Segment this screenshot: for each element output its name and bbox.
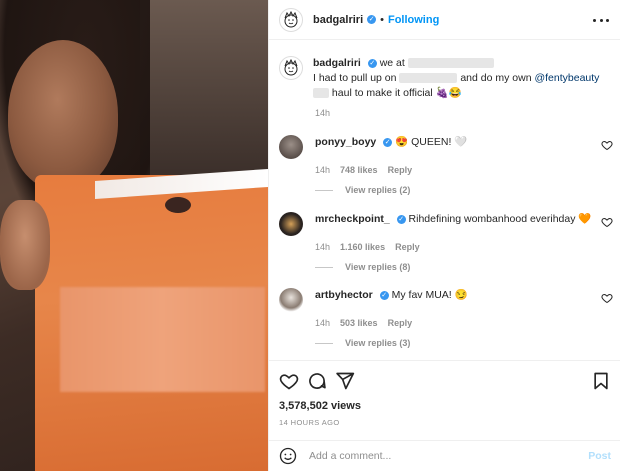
comment-text: My fav MUA! 😏	[391, 289, 468, 301]
reply-button[interactable]: Reply	[388, 318, 413, 328]
comment-likes[interactable]: 748 likes	[340, 165, 378, 175]
caption-line3: haul to make it official 🍇😂	[331, 87, 462, 99]
like-heart-icon[interactable]	[279, 371, 299, 391]
post-panel: badgalriri ✓ • Following badgalriri ✓ we…	[268, 0, 620, 471]
caption-line2b: and do my own	[460, 72, 532, 84]
media-bag	[35, 175, 268, 471]
comment-item: ponyy_boyy ✓ 😍 QUEEN! 🤍 14h 748 likes Repl…	[279, 135, 615, 195]
view-replies[interactable]: View replies (8)	[315, 262, 615, 272]
verified-icon: ✓	[383, 137, 393, 147]
heart-icon[interactable]	[601, 216, 613, 228]
view-replies[interactable]: View replies (3)	[315, 338, 615, 348]
caption-text: badgalriri ✓ we at I had to pull up on a…	[313, 56, 599, 101]
verified-icon: ✓	[396, 214, 406, 224]
redacted-text	[399, 73, 458, 84]
post-caption: badgalriri ✓ we at I had to pull up on a…	[279, 56, 609, 101]
share-icon[interactable]	[335, 371, 355, 391]
view-replies-label[interactable]: View replies (8)	[345, 262, 410, 272]
author-avatar[interactable]	[279, 7, 303, 32]
comment-likes[interactable]: 1.160 likes	[340, 242, 385, 252]
redacted-text	[313, 88, 329, 99]
caption-avatar[interactable]	[279, 56, 303, 80]
replies-line	[315, 189, 333, 191]
comment-time[interactable]: 14h	[315, 318, 330, 328]
commenter-avatar[interactable]	[279, 135, 303, 159]
commenter-username[interactable]: mrcheckpoint_	[315, 213, 390, 225]
heart-icon[interactable]	[601, 292, 613, 304]
view-replies-label[interactable]: View replies (2)	[345, 185, 410, 195]
comment-text: 😍 QUEEN! 🤍	[395, 136, 468, 148]
media-background	[140, 0, 268, 180]
comment-meta: 14h 503 likes Reply	[315, 318, 615, 328]
caption-line2a: I had to pull up on	[313, 72, 397, 84]
post-header: badgalriri ✓ • Following	[269, 0, 620, 40]
commenter-avatar[interactable]	[279, 288, 303, 312]
action-bar	[269, 360, 620, 400]
verified-icon: ✓	[379, 290, 389, 300]
verified-icon: ✓	[367, 15, 377, 24]
comment-text: Rihdefining wombanhood everihday 🧡	[408, 213, 592, 225]
media-face	[8, 40, 118, 190]
post-age: 14 HOURS AGO	[279, 418, 340, 427]
following-button[interactable]: Following	[388, 14, 439, 26]
comment-item: artbyhector ✓ My fav MUA! 😏 14h 503 likes…	[279, 288, 615, 348]
bag-blurred-logo	[60, 287, 265, 392]
comment-item: mrcheckpoint_ ✓ Rihdefining wombanhood e…	[279, 212, 615, 272]
post-button[interactable]: Post	[588, 450, 611, 462]
verified-icon: ✓	[367, 58, 377, 68]
comment-time[interactable]: 14h	[315, 242, 330, 252]
comment-meta: 14h 748 likes Reply	[315, 165, 615, 175]
replies-line	[315, 266, 333, 268]
caption-time[interactable]: 14h	[315, 108, 330, 118]
commenter-username[interactable]: ponyy_boyy	[315, 136, 376, 148]
reply-button[interactable]: Reply	[388, 165, 413, 175]
commenter-avatar[interactable]	[279, 212, 303, 236]
comment-meta: 14h 1.160 likes Reply	[315, 242, 615, 252]
media-hand	[0, 200, 50, 290]
comment-time[interactable]: 14h	[315, 165, 330, 175]
view-replies-label[interactable]: View replies (3)	[345, 338, 410, 348]
caption-mention[interactable]: @fentybeauty	[534, 72, 599, 84]
replies-line	[315, 342, 333, 344]
bag-handle	[165, 197, 191, 213]
comment-composer: Add a comment... Post	[269, 440, 620, 471]
caption-username[interactable]: badgalriri	[313, 57, 361, 69]
reply-button[interactable]: Reply	[395, 242, 420, 252]
caption-prefix: we at	[379, 57, 405, 69]
heart-icon[interactable]	[601, 139, 613, 151]
view-count[interactable]: 3,578,502 views	[279, 400, 361, 412]
bookmark-icon[interactable]	[591, 371, 611, 391]
author-username[interactable]: badgalriri	[313, 14, 363, 26]
header-separator: •	[380, 13, 384, 26]
emoji-icon[interactable]	[279, 447, 297, 465]
view-replies[interactable]: View replies (2)	[315, 185, 615, 195]
redacted-text	[407, 58, 494, 69]
more-icon[interactable]	[593, 12, 609, 28]
commenter-username[interactable]: artbyhector	[315, 289, 373, 301]
comment-icon[interactable]	[307, 371, 327, 391]
post-media[interactable]	[0, 0, 268, 471]
comment-likes[interactable]: 503 likes	[340, 318, 378, 328]
comment-input[interactable]: Add a comment...	[309, 450, 588, 462]
